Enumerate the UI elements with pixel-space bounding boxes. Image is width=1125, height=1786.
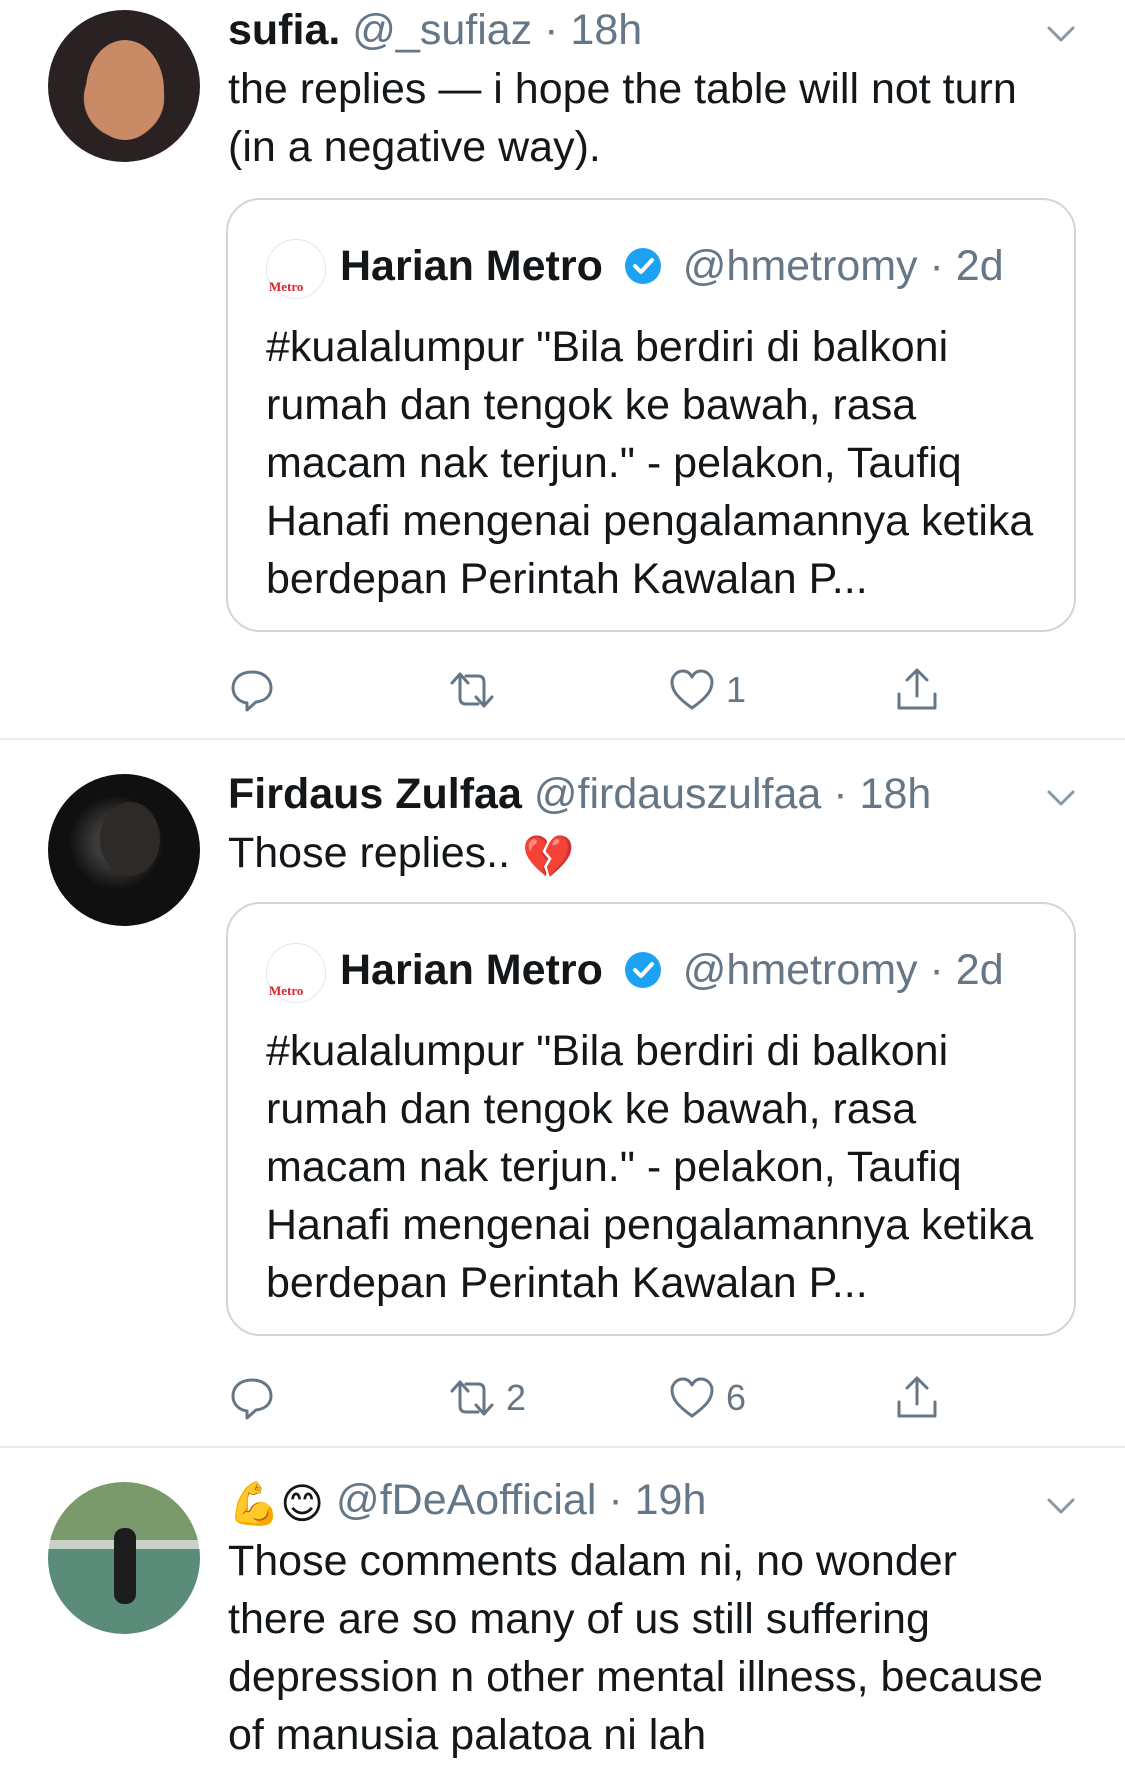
chevron-down-icon[interactable] [1045,18,1077,50]
display-name: Harian Metro [340,946,603,994]
quoted-tweet-header: Metro Harian Metro @hmetromy · 2d [266,942,1004,1003]
display-name[interactable]: Firdaus Zulfaa [228,770,522,818]
avatar[interactable]: Metro [266,942,326,1003]
retweet-count: 2 [506,1377,527,1418]
quoted-tweet-text: #kualalumpur "Bila berdiri di balkoni ru… [266,323,1034,603]
tweet-1[interactable]: sufia. @_sufiaz · 18h the replies — i ho… [0,0,1125,740]
separator-dot: · [544,6,559,54]
tweet-text-row: Those replies.. 💔 [228,824,1058,886]
retweet-icon [450,672,494,708]
like-count: 6 [726,1377,747,1418]
like-button[interactable]: 6 [668,1368,746,1428]
timestamp[interactable]: 19h [635,1476,707,1524]
share-button[interactable] [893,1368,941,1428]
share-icon [897,668,937,710]
avatar[interactable]: Metro [266,238,326,299]
tweet-text: Those replies.. [228,829,511,877]
user-handle[interactable]: @fDeAofficial [336,1476,596,1524]
metro-logo: Metro [269,278,304,294]
user-handle[interactable]: @firdauszulfaa [534,770,821,818]
separator-dot: · [608,1476,623,1524]
user-handle: @hmetromy [682,242,918,290]
quoted-tweet-header: Metro Harian Metro @hmetromy · 2d [266,238,1004,299]
avatar[interactable] [48,1482,200,1634]
quoted-tweet[interactable]: Metro Harian Metro @hmetromy · 2d #kualal… [226,902,1076,1336]
like-count: 1 [726,669,747,710]
like-button[interactable]: 1 [668,660,746,720]
retweet-button[interactable] [448,660,506,720]
action-bar: 2 6 [228,1368,988,1428]
metro-logo: Metro [269,982,304,998]
separator-dot: · [833,770,848,818]
broken-heart-emoji: 💔 [521,833,575,880]
tweet-header: Firdaus Zulfaa @firdauszulfaa · 18h [228,768,931,820]
tweet-header: 💪😊 @fDeAofficial · 19h [228,1474,706,1530]
separator-dot: · [929,946,944,994]
verified-badge-icon [624,248,661,284]
quoted-tweet[interactable]: Metro Harian Metro @hmetromy · 2d #kualal… [226,198,1076,632]
timestamp: 2d [955,242,1004,290]
avatar[interactable] [48,774,200,926]
display-name: Harian Metro [340,242,603,290]
action-bar: 1 [228,660,988,720]
chevron-down-icon[interactable] [1045,782,1077,814]
retweet-button[interactable]: 2 [448,1368,526,1428]
chevron-down-icon[interactable] [1045,1490,1077,1522]
timestamp: 2d [955,946,1004,994]
reply-icon [231,670,273,712]
tweet-header: sufia. @_sufiaz · 18h [228,4,642,56]
reply-icon [231,1378,273,1420]
reply-button[interactable] [228,1368,286,1428]
user-handle: @hmetromy [682,946,918,994]
timestamp[interactable]: 18h [860,770,932,818]
tweet-text: the replies — i hope the table will not … [228,65,1017,171]
like-icon [670,669,714,710]
verified-badge-icon [624,952,661,988]
retweet-icon [450,1380,494,1416]
avatar[interactable] [48,10,200,162]
tweet-2[interactable]: Firdaus Zulfaa @firdauszulfaa · 18h Thos… [0,740,1125,1448]
display-name[interactable]: 💪😊 [228,1478,324,1530]
share-button[interactable] [893,660,941,720]
separator-dot: · [929,242,944,290]
timestamp[interactable]: 18h [570,6,642,54]
display-name[interactable]: sufia. [228,6,340,54]
quoted-tweet-text: #kualalumpur "Bila berdiri di balkoni ru… [266,1027,1034,1307]
share-icon [897,1376,937,1418]
like-icon [670,1377,714,1418]
tweet-3[interactable]: 💪😊 @fDeAofficial · 19h Those comments da… [0,1448,1125,1786]
user-handle[interactable]: @_sufiaz [352,6,532,54]
reply-button[interactable] [228,660,286,720]
tweet-text: Those comments dalam ni, no wonder there… [228,1537,1044,1759]
